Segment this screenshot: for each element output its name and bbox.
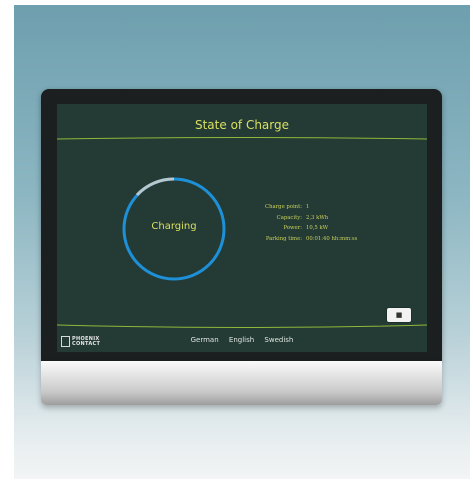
charge-info-panel: Charge point: 1 Capacity: 2,3 kWh Power:… (232, 202, 382, 244)
language-swedish-button[interactable]: Swedish (264, 336, 293, 344)
info-key: Power: (283, 225, 302, 231)
monitor-chin (41, 361, 442, 405)
info-key: Charge point: (265, 204, 302, 210)
info-key: Parking time: (265, 235, 302, 242)
info-value: 2,3 kWh (306, 214, 329, 221)
language-german-button[interactable]: German (191, 336, 219, 344)
info-row-charge-point: Charge point: 1 (232, 202, 382, 213)
info-row-parking-time: Parking time: 00:01:40 hh:mm:ss (232, 234, 382, 245)
charging-status-label: Charging (151, 221, 197, 232)
info-value: 10,5 kW (306, 225, 329, 231)
info-value: 1 (306, 204, 310, 210)
language-english-button[interactable]: English (229, 336, 254, 344)
info-row-capacity: Capacity: 2,3 kWh (232, 213, 382, 224)
stop-button[interactable]: ■ (387, 308, 411, 322)
hmi-screen: State of Charge Charging Charge point: 1… (57, 104, 427, 352)
language-selector: German English Swedish (57, 336, 427, 344)
bottom-divider (57, 324, 427, 328)
info-key: Capacity: (276, 214, 302, 221)
info-value: 00:01:40 hh:mm:ss (306, 235, 358, 242)
info-row-power: Power: 10,5 kW (232, 223, 382, 234)
top-divider (57, 137, 427, 140)
page-title: State of Charge (194, 118, 290, 132)
screen-footer: PHOENIX CONTACT German English Swedish (57, 332, 427, 352)
